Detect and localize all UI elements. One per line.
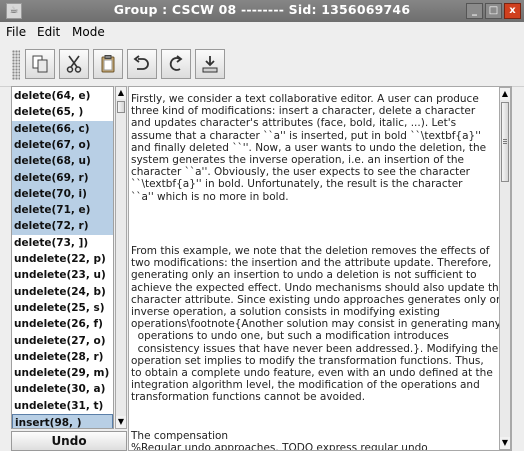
minimize-button[interactable]: _ — [466, 3, 483, 19]
editor-line: system generates the inverse operation, … — [131, 154, 464, 167]
editor-scroll-down-icon[interactable]: ▼ — [500, 437, 510, 449]
editor-paragraph: From this example, we note that the dele… — [131, 245, 509, 404]
operation-item[interactable]: undelete(24, b) — [12, 284, 113, 301]
undo-toolbar-button[interactable] — [127, 49, 157, 79]
cut-button[interactable] — [59, 49, 89, 79]
operation-item[interactable]: undelete(28, r) — [12, 349, 113, 366]
toolbar — [0, 42, 524, 87]
editor-line: From this example, we note that the dele… — [131, 245, 490, 257]
editor-line: integration algorithm level, the modific… — [131, 379, 480, 392]
operation-item[interactable]: delete(70, i) — [12, 185, 113, 203]
editor-line: The compensation — [131, 430, 229, 442]
commit-icon — [202, 56, 218, 73]
paste-button[interactable] — [93, 49, 123, 79]
copy-icon — [32, 55, 48, 73]
cut-icon — [66, 55, 82, 73]
editor-paragraph: The compensation %Regular undo approaches… — [131, 430, 509, 451]
commit-button[interactable] — [195, 49, 225, 79]
operation-item[interactable]: undelete(31, t) — [12, 398, 113, 415]
operation-item[interactable]: undelete(23, u) — [12, 267, 113, 284]
operations-list[interactable]: delete(64, e) delete(65, ) delete(66, c) de… — [11, 86, 114, 429]
editor-line: consistency issues that have never been … — [131, 342, 499, 355]
scroll-down-icon[interactable]: ▼ — [116, 416, 126, 428]
editor-line: transformation functions cannot be avoid… — [131, 391, 366, 404]
editor-line: and updates character's attributes (face… — [131, 117, 457, 130]
window-title: Group : CSCW 08 -------- Sid: 1356069746 — [113, 2, 411, 17]
operations-scroll-thumb[interactable] — [117, 101, 125, 113]
undo-button[interactable]: Undo — [11, 431, 127, 451]
operation-item[interactable]: delete(68, u) — [12, 153, 113, 171]
editor-scrollbar[interactable]: ▲ ▼ — [499, 87, 511, 450]
editor-line: character ``a''. Obviously, the user exp… — [131, 166, 470, 179]
editor-paragraph: Firstly, we consider a text collaborativ… — [131, 93, 509, 203]
operation-item[interactable]: delete(73, ]) — [12, 235, 113, 252]
operation-item[interactable]: undelete(26, f) — [12, 316, 113, 333]
operations-panel: delete(64, e) delete(65, ) delete(66, c) de… — [11, 86, 127, 451]
operation-item[interactable]: delete(64, e) — [12, 88, 113, 105]
editor-line: character attribute. Since existing undo… — [131, 293, 510, 306]
text-editor[interactable]: Firstly, we consider a text collaborativ… — [128, 86, 512, 451]
operation-item[interactable]: undelete(27, o) — [12, 333, 113, 350]
menu-bar: File Edit Mode — [0, 22, 524, 42]
editor-line: operations to undo one, but such a modif… — [131, 330, 449, 343]
app-window: ☕ Group : CSCW 08 -------- Sid: 13560697… — [0, 0, 524, 451]
menu-edit[interactable]: Edit — [37, 25, 60, 39]
editor-line: to obtain a complete undo feature, even … — [131, 367, 493, 380]
editor-scroll-up-icon[interactable]: ▲ — [500, 88, 510, 100]
editor-line: generating only an insertion to undo a d… — [131, 269, 477, 282]
editor-line: ``a'' which is no more in bold. — [131, 190, 289, 203]
close-button[interactable]: x — [504, 3, 521, 19]
redo-icon — [169, 55, 183, 71]
operation-item[interactable]: insert(98, ) — [12, 414, 113, 428]
editor-line: two modifications: the insertion and the… — [131, 257, 492, 270]
operation-item[interactable]: undelete(29, m) — [12, 365, 113, 382]
redo-toolbar-button[interactable] — [161, 49, 191, 79]
menu-mode[interactable]: Mode — [72, 25, 105, 39]
operation-item[interactable]: delete(67, o) — [12, 136, 113, 154]
operation-item[interactable]: delete(72, r) — [12, 218, 113, 236]
undo-icon — [133, 55, 149, 70]
editor-line: and finally deleted ``''. Now, a user wa… — [131, 141, 487, 154]
editor-line: three kind of modifications: insert a ch… — [131, 105, 476, 118]
operation-item[interactable]: delete(65, ) — [12, 104, 113, 121]
operation-item[interactable]: undelete(30, a) — [12, 381, 113, 398]
operations-scrollbar[interactable]: ▲ ▼ — [115, 86, 127, 429]
editor-scroll-thumb[interactable] — [501, 102, 509, 182]
toolbar-grip[interactable] — [12, 50, 20, 80]
maximize-button[interactable]: □ — [485, 3, 502, 19]
scroll-up-icon[interactable]: ▲ — [116, 87, 126, 99]
operation-item[interactable]: delete(69, r) — [12, 169, 113, 187]
editor-line: Firstly, we consider a text collaborativ… — [131, 93, 479, 105]
operation-item[interactable]: delete(71, e) — [12, 202, 113, 220]
editor-line: assume that a character ``a'' is inserte… — [131, 129, 481, 142]
title-bar[interactable]: ☕ Group : CSCW 08 -------- Sid: 13560697… — [0, 0, 524, 22]
editor-line: ``\textbf{a}'' in bold. Unfortunately, t… — [131, 178, 463, 191]
editor-line: operations\footnote{Another solution may… — [131, 318, 501, 331]
editor-line: achieve the expected effect. Undo mechan… — [131, 281, 506, 294]
operation-item[interactable]: delete(66, c) — [12, 120, 113, 138]
paste-icon — [101, 55, 115, 73]
editor-line: inverse operation, a solution consists i… — [131, 306, 440, 319]
menu-file[interactable]: File — [6, 25, 26, 39]
operation-item[interactable]: undelete(25, s) — [12, 300, 113, 317]
operation-item[interactable]: undelete(22, p) — [12, 251, 113, 268]
copy-button[interactable] — [25, 49, 55, 79]
editor-line: operation set implies to modify the tran… — [131, 354, 484, 367]
editor-line: %Regular undo approaches. TODO express r… — [131, 442, 428, 451]
